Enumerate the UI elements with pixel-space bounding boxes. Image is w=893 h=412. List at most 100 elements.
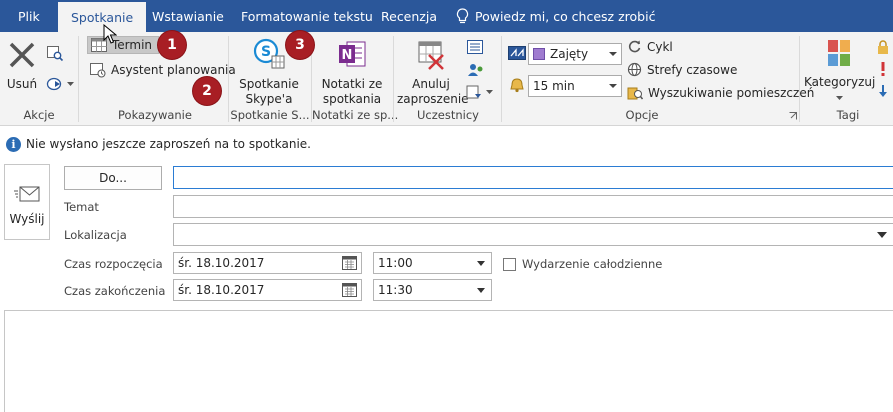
meeting-notes-button[interactable]: N Notatki ze spotkania: [318, 38, 386, 107]
start-time-value: 11:00: [378, 256, 413, 270]
tab-file[interactable]: Plik: [18, 0, 40, 32]
cancel-label-1: Anuluj: [412, 77, 450, 91]
tell-me-text: Powiedz mi, co chcesz zrobić: [475, 8, 656, 24]
response-options-button[interactable]: [466, 84, 493, 100]
recurrence-icon: [628, 40, 641, 53]
all-day-label: Wydarzenie całodzienne: [522, 257, 663, 271]
message-body[interactable]: [4, 310, 893, 412]
callout-badge-2: 2: [193, 77, 221, 105]
notes-label-2: spotkania: [322, 92, 382, 106]
chevron-down-icon: [477, 288, 485, 293]
callout-badge-3: 3: [286, 31, 314, 59]
chevron-down-icon: [67, 81, 74, 86]
subject-field[interactable]: [173, 195, 893, 218]
ribbon-separator: [393, 36, 394, 122]
info-text: Nie wysłano jeszcze zaproszeń na to spot…: [26, 137, 311, 151]
to-field[interactable]: [173, 166, 893, 189]
calendar-icon[interactable]: [342, 283, 357, 297]
skype-label-1: Spotkanie: [239, 77, 299, 91]
end-time-select[interactable]: 11:30: [373, 279, 492, 301]
group-label-attendees: Uczestnicy: [417, 108, 479, 122]
checkbox-box[interactable]: [503, 257, 516, 271]
categorize-label: Kategoryzuj: [804, 75, 876, 89]
cancel-invitation-icon: [418, 41, 444, 70]
show-as-icon: [508, 46, 526, 60]
tab-format-text[interactable]: Formatowanie tekstu: [241, 0, 373, 32]
group-label-skype: Spotkanie S...: [230, 108, 310, 122]
start-date-value: śr. 18.10.2017: [178, 256, 265, 270]
svg-text:N: N: [342, 48, 353, 63]
delete-label: Usuń: [6, 77, 38, 91]
globe-icon: [627, 62, 642, 77]
categorize-button[interactable]: Kategoryzuj: [804, 38, 876, 105]
appointment-label: Termin: [112, 38, 153, 52]
private-lock-icon[interactable]: [877, 40, 889, 54]
ribbon: Usuń Akcje Termin Asystent planowania Po…: [0, 32, 893, 126]
chevron-down-icon: [609, 84, 617, 88]
forward-icon: [46, 77, 62, 91]
mouse-cursor-icon: [103, 24, 117, 44]
tab-insert[interactable]: Wstawianie: [152, 0, 224, 32]
start-time-label: Czas rozpoczęcia: [64, 257, 163, 271]
info-icon: i: [6, 136, 21, 152]
ribbon-separator: [501, 36, 502, 122]
room-finder-button[interactable]: Wyszukiwanie pomieszczeń: [627, 85, 814, 100]
chevron-down-icon[interactable]: [877, 232, 887, 238]
ribbon-separator: [78, 36, 79, 122]
ribbon-separator: [799, 36, 800, 122]
subject-label: Temat: [64, 200, 99, 214]
group-label-show: Pokazywanie: [118, 108, 192, 122]
time-zones-label: Strefy czasowe: [647, 62, 738, 77]
recurrence-button[interactable]: Cykl: [627, 39, 673, 54]
reminder-bell-icon: [510, 78, 524, 93]
reminder-select[interactable]: 15 min: [528, 75, 622, 97]
end-time-label: Czas zakończenia: [64, 284, 166, 298]
chevron-down-icon: [609, 52, 617, 56]
end-date-value: śr. 18.10.2017: [178, 283, 265, 297]
calendar-icon[interactable]: [342, 256, 357, 270]
skype-meeting-icon: S: [253, 38, 285, 69]
end-time-value: 11:30: [378, 283, 413, 297]
all-day-checkbox[interactable]: Wydarzenie całodzienne: [503, 257, 662, 271]
info-bar: i Nie wysłano jeszcze zaproszeń na to sp…: [0, 133, 311, 155]
to-button[interactable]: Do...: [64, 166, 162, 190]
busy-color-swatch: [533, 48, 545, 60]
address-book-icon[interactable]: [467, 40, 483, 54]
delete-x-icon: [9, 42, 35, 68]
forward-button[interactable]: [46, 76, 74, 92]
calendar-search-icon[interactable]: [46, 44, 64, 62]
tell-me-box[interactable]: Powiedz mi, co chcesz zrobić: [456, 0, 655, 32]
time-zones-button[interactable]: Strefy czasowe: [627, 62, 737, 77]
high-importance-icon[interactable]: [879, 62, 887, 76]
group-label-notes: Notatki ze sp...: [312, 108, 399, 122]
location-field[interactable]: [173, 223, 893, 246]
response-options-icon: [466, 85, 481, 99]
cancel-invitation-button[interactable]: Anuluj zaproszenie: [397, 38, 469, 107]
tab-review[interactable]: Recenzja: [381, 0, 437, 32]
chevron-down-icon: [835, 96, 843, 100]
group-label-tags: Tagi: [836, 108, 860, 122]
skype-label-2: Skype'a: [245, 92, 293, 106]
dialog-launcher-icon[interactable]: [789, 112, 797, 120]
delete-button[interactable]: Usuń: [5, 40, 39, 92]
show-as-select[interactable]: Zajęty: [528, 43, 622, 65]
chevron-down-icon: [477, 261, 485, 266]
end-date-picker[interactable]: śr. 18.10.2017: [173, 279, 362, 301]
start-date-picker[interactable]: śr. 18.10.2017: [173, 252, 362, 274]
appointment-view-button[interactable]: Termin: [87, 36, 160, 54]
scheduling-assistant-button[interactable]: Asystent planowania: [90, 62, 236, 78]
ribbon-separator: [228, 36, 229, 122]
send-button[interactable]: Wyślij: [4, 164, 50, 240]
room-finder-label: Wyszukiwanie pomieszczeń: [648, 85, 815, 100]
low-importance-icon[interactable]: [878, 84, 888, 98]
lightbulb-icon: [456, 7, 469, 23]
send-envelope-icon: [14, 186, 40, 202]
recurrence-label: Cykl: [647, 39, 673, 54]
group-label-options: Opcje: [625, 108, 659, 122]
cancel-label-2: zaproszenie: [397, 92, 469, 106]
categorize-icon: [828, 40, 850, 66]
start-time-select[interactable]: 11:00: [373, 252, 492, 274]
chevron-down-icon: [486, 89, 493, 94]
check-names-icon[interactable]: [467, 62, 485, 78]
notes-label-1: Notatki ze: [321, 77, 383, 91]
